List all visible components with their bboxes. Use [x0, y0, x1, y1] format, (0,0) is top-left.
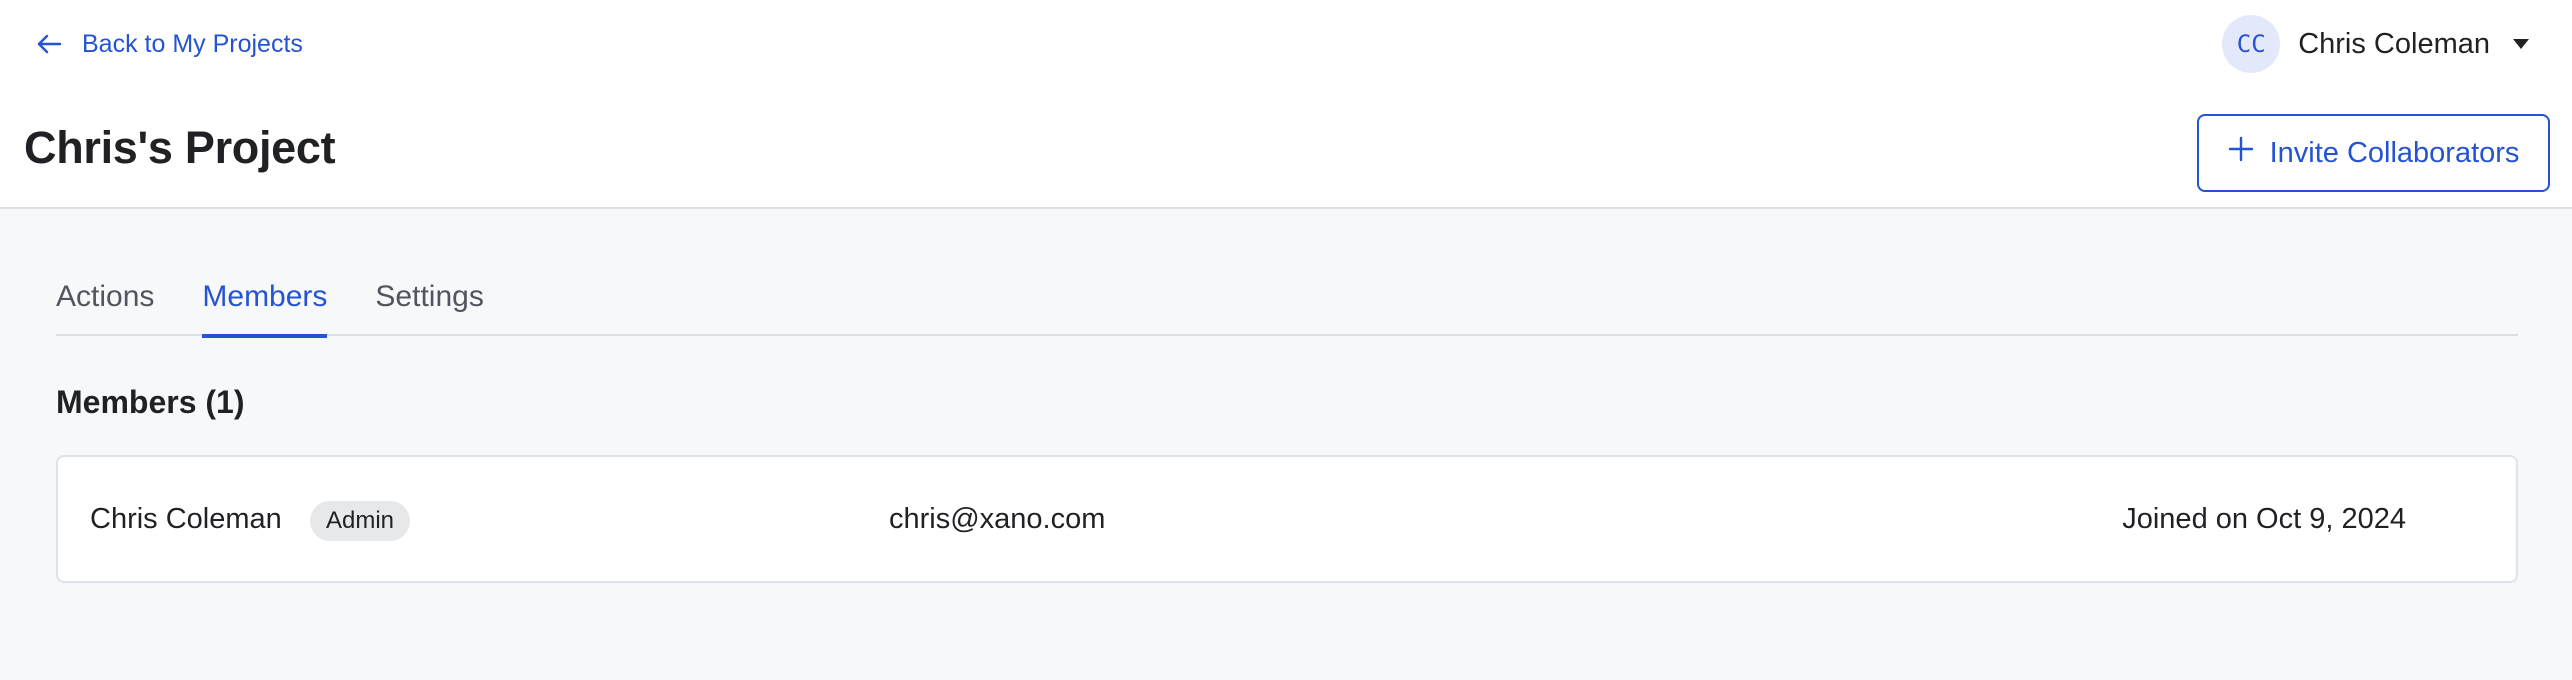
caret-down-icon — [2508, 38, 2530, 50]
back-to-projects-link[interactable]: Back to My Projects — [36, 26, 303, 62]
member-email: chris@xano.com — [889, 503, 1106, 535]
invite-button-label: Invite Collaborators — [2269, 136, 2520, 169]
tab-actions[interactable]: Actions — [56, 270, 154, 336]
project-tabs: Actions Members Settings — [56, 270, 2518, 338]
page-header: Back to My Projects CC Chris Coleman Chr… — [0, 0, 2572, 209]
member-joined-date: Joined on Oct 9, 2024 — [2122, 503, 2406, 535]
members-section-title: Members (1) — [56, 384, 245, 420]
page-title: Chris's Project — [24, 122, 336, 173]
user-menu[interactable]: CC Chris Coleman — [2222, 14, 2530, 74]
tab-members[interactable]: Members — [202, 270, 328, 338]
back-link-label: Back to My Projects — [82, 29, 303, 58]
plus-icon — [2228, 136, 2254, 170]
arrow-left-icon — [36, 33, 62, 55]
member-name: Chris Coleman — [90, 503, 282, 535]
invite-collaborators-button[interactable]: Invite Collaborators — [2197, 114, 2550, 192]
tab-settings[interactable]: Settings — [375, 270, 483, 336]
avatar: CC — [2222, 15, 2281, 73]
role-badge: Admin — [310, 501, 411, 541]
member-row: Chris Coleman Admin chris@xano.com Joine… — [56, 455, 2518, 583]
user-name: Chris Coleman — [2298, 27, 2490, 60]
